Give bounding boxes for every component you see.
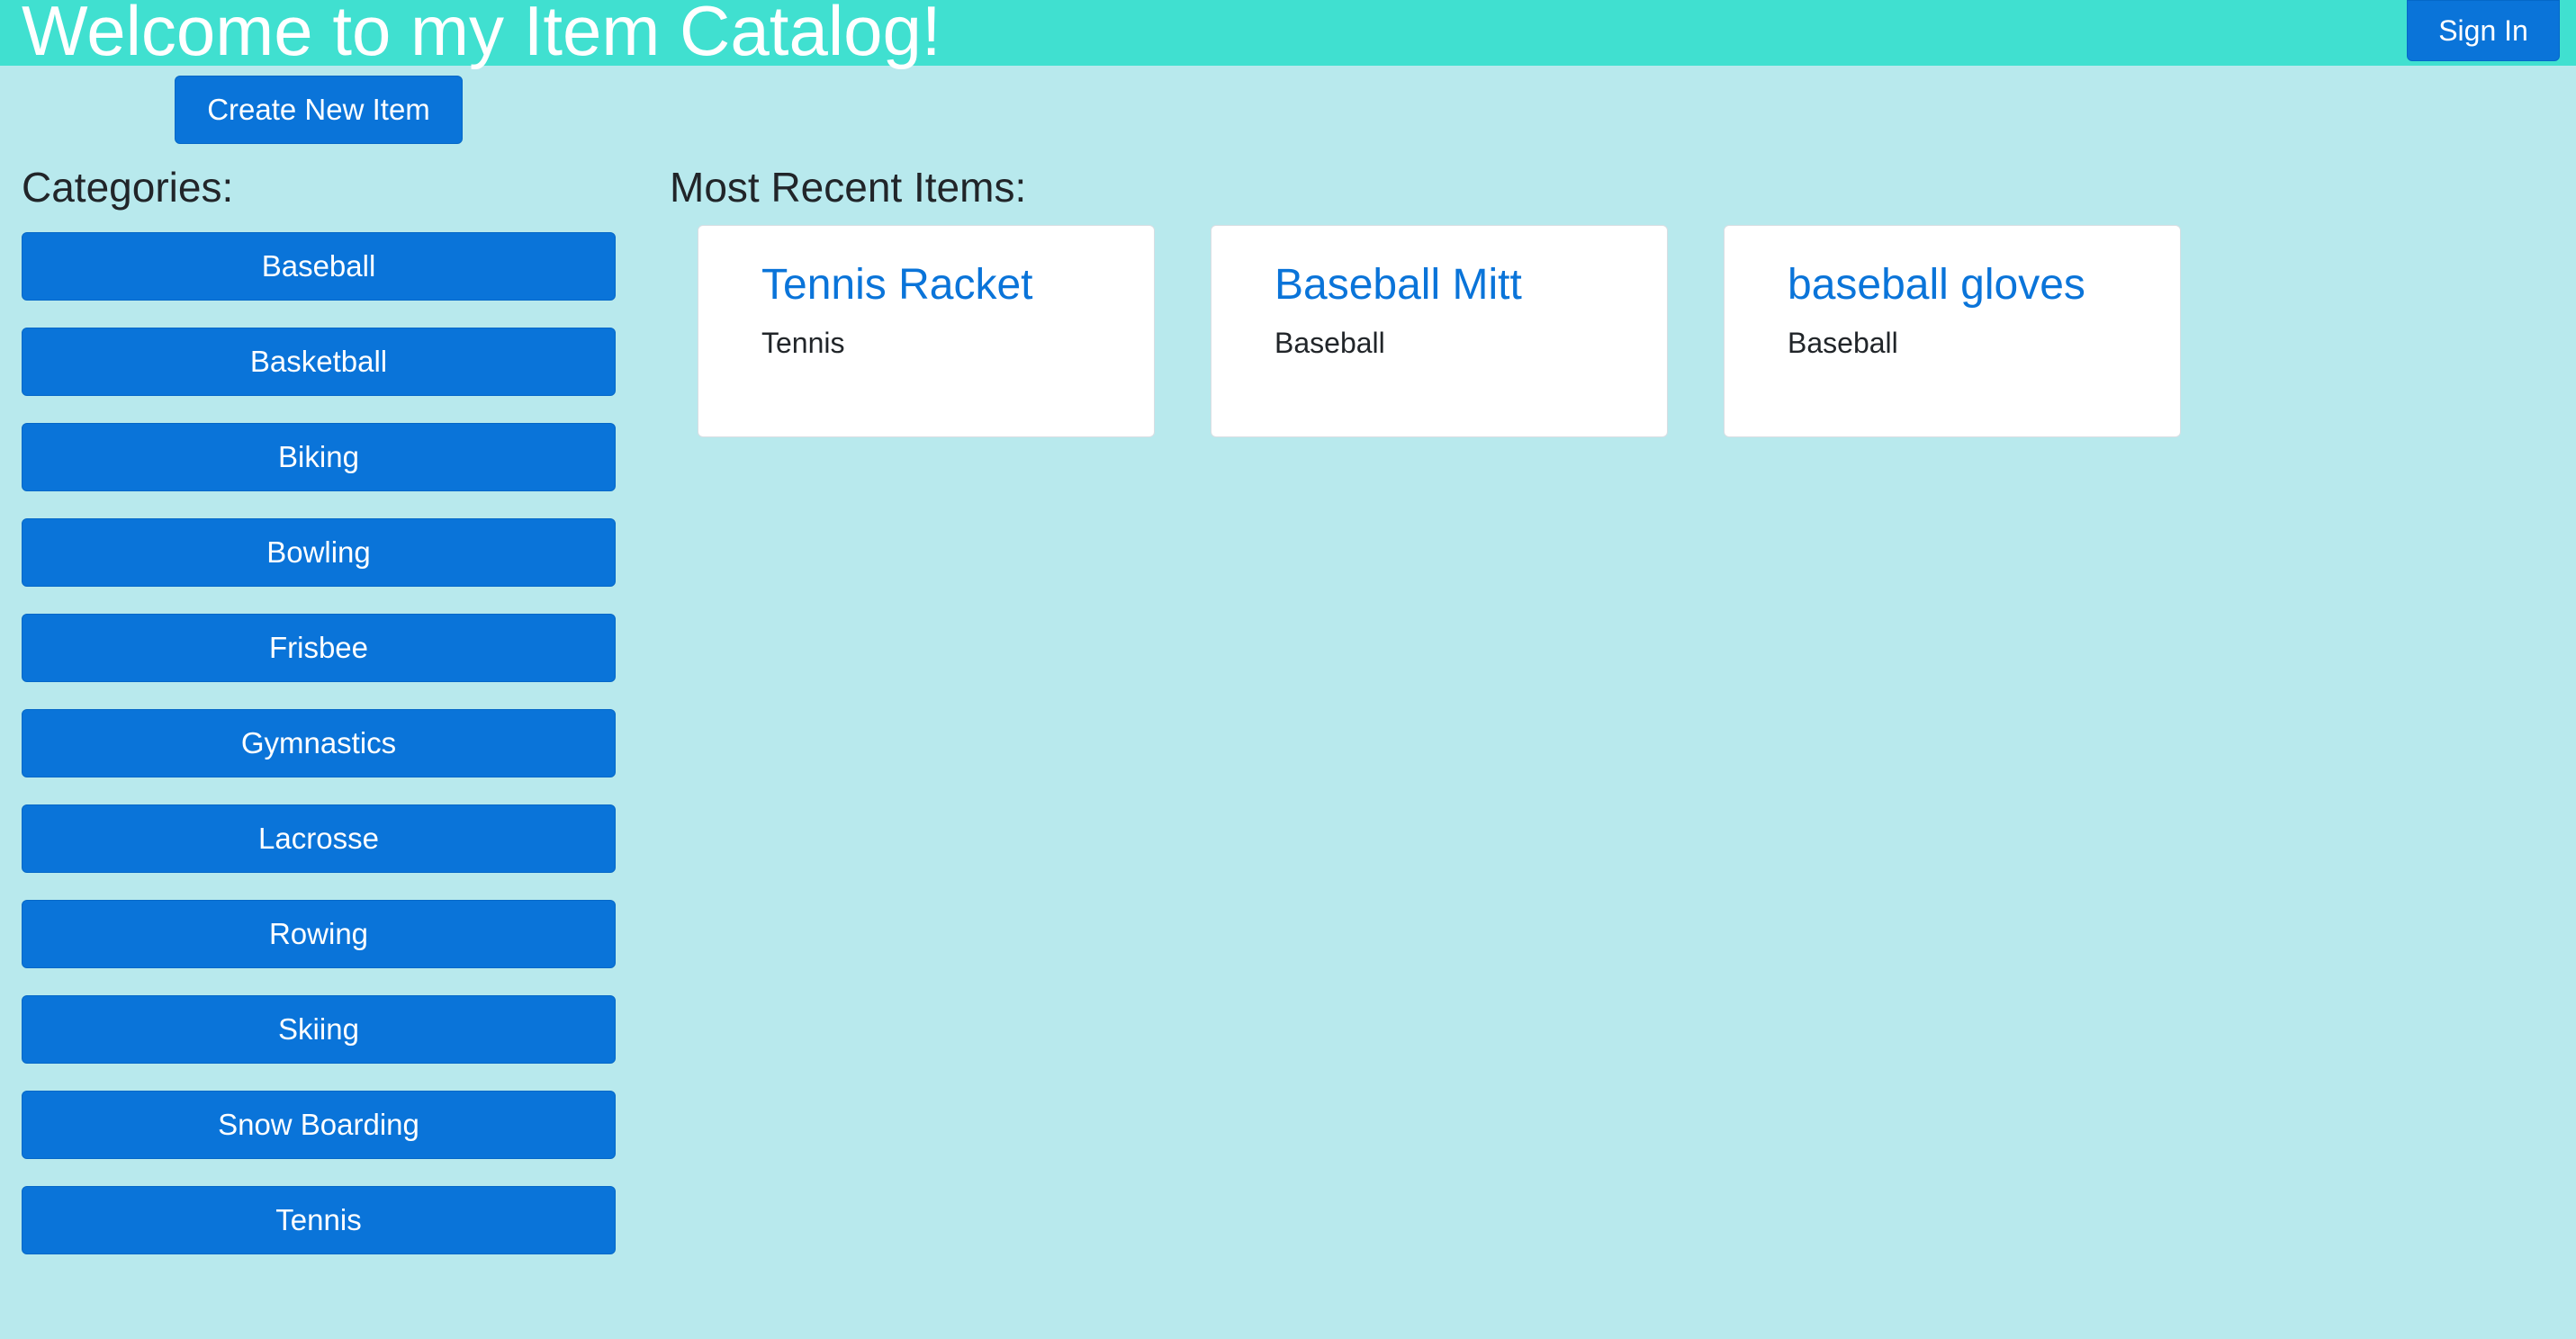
category-button-baseball[interactable]: Baseball	[22, 232, 616, 301]
sign-in-button[interactable]: Sign In	[2407, 0, 2560, 61]
category-button-tennis[interactable]: Tennis	[22, 1186, 616, 1254]
category-button-bowling[interactable]: Bowling	[22, 518, 616, 587]
category-button-basketball[interactable]: Basketball	[22, 328, 616, 396]
category-button-frisbee[interactable]: Frisbee	[22, 614, 616, 682]
create-new-item-button[interactable]: Create New Item	[175, 76, 463, 144]
item-category: Baseball	[1788, 327, 1898, 359]
item-card: Tennis Racket Tennis	[698, 225, 1155, 437]
categories-heading: Categories:	[22, 164, 234, 211]
category-button-rowing[interactable]: Rowing	[22, 900, 616, 968]
recent-items-heading: Most Recent Items:	[670, 164, 1027, 211]
category-button-skiing[interactable]: Skiing	[22, 995, 616, 1064]
header-bar: Welcome to my Item Catalog! Sign In	[0, 0, 2576, 70]
item-card: baseball gloves Baseball	[1724, 225, 2181, 437]
item-title-link[interactable]: Tennis Racket	[761, 258, 1154, 312]
category-button-gymnastics[interactable]: Gymnastics	[22, 709, 616, 777]
recent-items-list: Tennis Racket Tennis Baseball Mitt Baseb…	[698, 225, 2181, 437]
site-title: Welcome to my Item Catalog!	[22, 0, 941, 70]
category-list: Baseball Basketball Biking Bowling Frisb…	[22, 232, 616, 1281]
item-card: Baseball Mitt Baseball	[1211, 225, 1668, 437]
item-title-link[interactable]: Baseball Mitt	[1274, 258, 1667, 312]
item-category: Baseball	[1274, 327, 1385, 359]
category-button-lacrosse[interactable]: Lacrosse	[22, 804, 616, 873]
category-button-biking[interactable]: Biking	[22, 423, 616, 491]
item-category: Tennis	[761, 327, 845, 359]
item-title-link[interactable]: baseball gloves	[1788, 258, 2180, 312]
category-button-snow-boarding[interactable]: Snow Boarding	[22, 1091, 616, 1159]
